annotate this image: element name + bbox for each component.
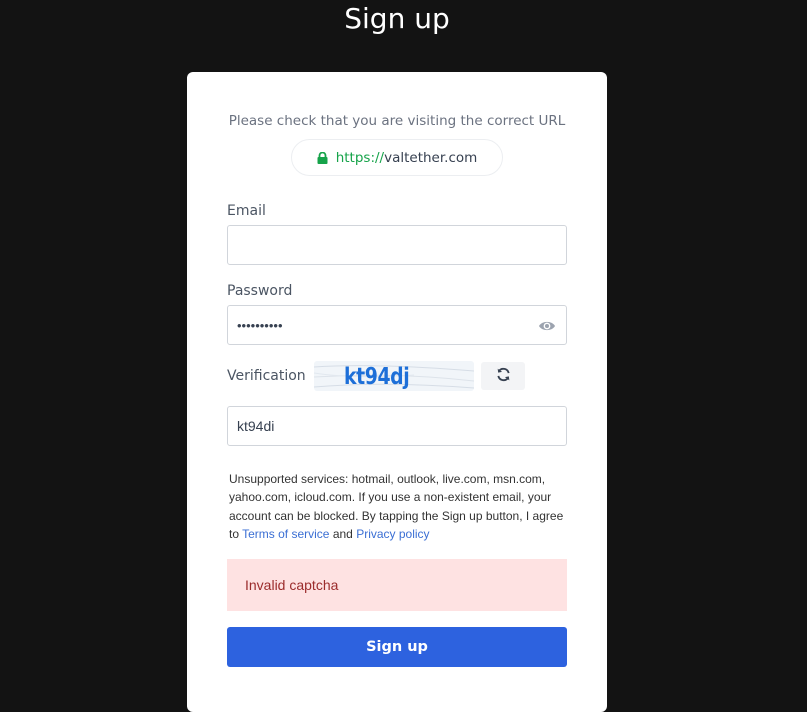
url-domain: valtether.com: [384, 149, 478, 166]
sign-up-button[interactable]: Sign up: [227, 627, 567, 667]
disclaimer-and: and: [329, 526, 357, 541]
error-alert: Invalid captcha: [227, 559, 567, 611]
refresh-captcha-button[interactable]: [481, 362, 525, 390]
password-label: Password: [227, 283, 293, 299]
captcha-input-value: kt94di: [237, 418, 275, 434]
url-badge: https://valtether.com: [291, 139, 503, 176]
refresh-icon: [496, 367, 511, 385]
terms-of-service-link[interactable]: Terms of service: [242, 527, 329, 541]
disclaimer-text: Unsupported services: hotmail, outlook, …: [229, 470, 569, 543]
captcha-image: kt94dj: [314, 361, 474, 391]
lock-icon: [317, 151, 328, 164]
captcha-input[interactable]: kt94di: [227, 406, 567, 446]
email-field[interactable]: [227, 225, 567, 265]
signup-card: Please check that you are visiting the c…: [187, 72, 607, 712]
password-field[interactable]: ••••••••••: [227, 305, 567, 345]
password-value: ••••••••••: [237, 317, 283, 333]
privacy-policy-link[interactable]: Privacy policy: [356, 527, 429, 541]
captcha-text: kt94dj: [344, 364, 410, 390]
error-message: Invalid captcha: [245, 577, 339, 593]
page-title: Sign up: [344, 2, 450, 35]
eye-icon[interactable]: [538, 317, 556, 335]
email-label: Email: [227, 203, 266, 219]
url-protocol: https://: [335, 149, 385, 166]
verification-label: Verification: [227, 368, 306, 384]
url-check-note: Please check that you are visiting the c…: [228, 113, 566, 129]
